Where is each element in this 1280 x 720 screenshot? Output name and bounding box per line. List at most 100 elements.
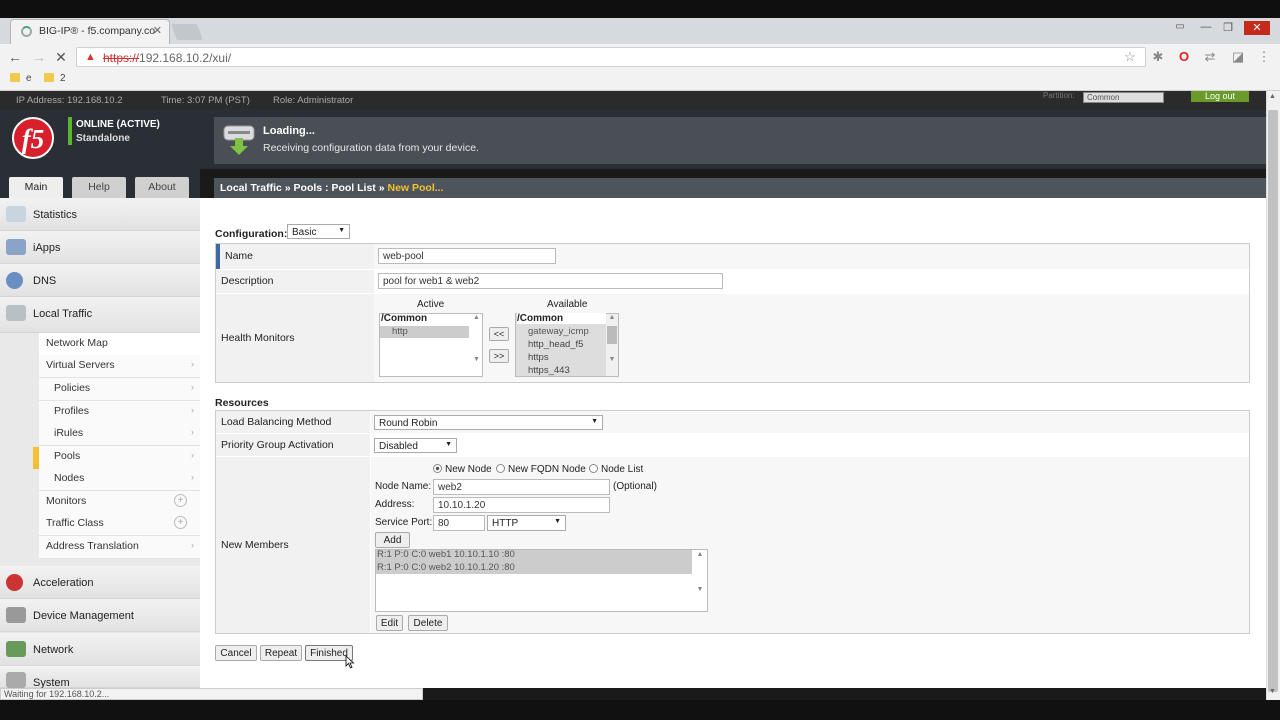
sidebar-group-statistics[interactable]: Statistics [0, 198, 200, 231]
pga-select[interactable]: Disabled [374, 438, 457, 453]
breadcrumb-local-traffic[interactable]: Local Traffic [220, 182, 282, 194]
repeat-button[interactable]: Repeat [260, 645, 302, 661]
address-bar[interactable]: ▲ https://192.168.10.2/xui/ [76, 47, 1146, 67]
tab-main[interactable]: Main [9, 177, 63, 198]
move-to-available-button[interactable]: >> [489, 349, 509, 363]
address-input[interactable]: 10.10.1.20 [433, 497, 610, 513]
pga-value-cell [371, 434, 1249, 456]
loading-message: Receiving configuration data from your d… [263, 142, 479, 154]
breadcrumb-pool-list[interactable]: Pools : Pool List [294, 182, 376, 194]
opera-icon[interactable]: O [1176, 49, 1192, 65]
add-icon[interactable]: + [174, 516, 187, 529]
radio-new-node[interactable]: New Node [433, 464, 492, 475]
browser-tab[interactable]: BIG-IP® - f5.company.co ✕ [10, 19, 170, 44]
sidebar-group-dns[interactable]: DNS [0, 264, 200, 297]
available-scroll-thumb[interactable] [607, 326, 617, 344]
page-scroll-thumb[interactable] [1268, 110, 1278, 692]
sidebar-group-device-management[interactable]: Device Management [0, 599, 200, 632]
sidebar-group-system[interactable]: System [0, 666, 200, 689]
forward-arrow-icon[interactable]: → [30, 49, 48, 65]
service-port-input[interactable]: 80 [433, 515, 485, 531]
logout-button[interactable]: Log out [1191, 91, 1249, 102]
sidebar-item-nodes[interactable]: Nodes › [39, 468, 200, 491]
tab-help[interactable]: Help [72, 177, 126, 198]
sidebar-group-network[interactable]: Network [0, 633, 200, 666]
service-port-select[interactable]: HTTP [487, 515, 566, 531]
node-name-input[interactable]: web2 [433, 479, 610, 495]
sidebar-group-local-traffic[interactable]: Local Traffic [0, 297, 200, 333]
chevron-right-icon: › [191, 427, 194, 437]
partition-label: Partition: [1043, 91, 1075, 100]
members-scrollbar[interactable]: ▲ ▼ [694, 551, 706, 611]
user-icon[interactable]: ▭ [1170, 21, 1190, 35]
radio-icon [496, 464, 505, 473]
active-list-scrollbar[interactable]: ▲ ▼ [471, 314, 482, 376]
sidebar-item-policies[interactable]: Policies › [39, 378, 200, 401]
globe-icon [6, 272, 23, 289]
menu-icon[interactable]: ⋮ [1256, 49, 1272, 65]
member-item[interactable]: R:1 P:0 C:0 web2 10.10.1.20 :80 [377, 562, 515, 573]
maximize-icon[interactable]: ❐ [1218, 21, 1238, 35]
radio-selected-icon [433, 464, 442, 473]
sidebar-group-iapps[interactable]: iApps [0, 231, 200, 264]
download-icon [223, 125, 255, 155]
name-input[interactable]: web-pool [378, 248, 556, 264]
bookmark-item[interactable]: 2 [44, 73, 66, 84]
close-tab-icon[interactable]: ✕ [153, 24, 162, 37]
service-port-label: Service Port: [375, 517, 433, 528]
loading-title: Loading... [263, 125, 315, 137]
sidebar-item-virtual-servers[interactable]: Virtual Servers › [39, 355, 200, 378]
available-monitor-item[interactable]: https_443 [528, 365, 570, 376]
device-icon [6, 607, 26, 623]
description-label: Description [221, 275, 274, 287]
sidebar-item-pools[interactable]: Pools › [39, 446, 200, 469]
stop-icon[interactable]: ✕ [52, 49, 70, 65]
available-monitor-item[interactable]: https [528, 352, 549, 363]
minimize-icon[interactable]: — [1196, 21, 1216, 35]
sidebar-group-acceleration[interactable]: Acceleration [0, 566, 200, 599]
scroll-up-icon[interactable]: ▲ [1269, 93, 1276, 100]
sidebar-item-network-map[interactable]: Network Map [39, 333, 200, 356]
sidebar-item-irules[interactable]: iRules › [39, 423, 200, 446]
available-list-scrollbar[interactable]: ▲ ▼ [606, 314, 618, 376]
extension-icon[interactable]: ✱ [1150, 49, 1166, 65]
iapps-icon [6, 239, 26, 255]
partition-select[interactable]: Common [1083, 92, 1164, 103]
scroll-down-icon[interactable]: ▼ [1269, 688, 1276, 695]
delete-member-button[interactable]: Delete [408, 615, 448, 631]
add-member-button[interactable]: Add [375, 532, 410, 548]
add-icon[interactable]: + [174, 494, 187, 507]
sidebar-item-monitors[interactable]: Monitors + [39, 491, 200, 514]
description-input[interactable]: pool for web1 & web2 [378, 273, 723, 289]
active-monitor-item[interactable]: http [380, 326, 469, 338]
chevron-right-icon: › [191, 540, 194, 550]
radio-node-list[interactable]: Node List [589, 464, 643, 475]
bookmark-item[interactable]: e [10, 73, 32, 84]
radio-new-fqdn-node[interactable]: New FQDN Node [496, 464, 586, 475]
sidebar-item-traffic-class[interactable]: Traffic Class + [39, 513, 200, 536]
sync-icon[interactable]: ⇄ [1202, 49, 1218, 65]
lb-method-select[interactable]: Round Robin [374, 415, 603, 430]
edit-member-button[interactable]: Edit [376, 615, 403, 631]
share-icon[interactable]: ◪ [1230, 49, 1246, 65]
sidebar-item-address-translation[interactable]: Address Translation › [39, 536, 200, 559]
active-label: Active [417, 299, 445, 310]
name-label: Name [225, 250, 254, 262]
member-item[interactable]: R:1 P:0 C:0 web1 10.10.1.10 :80 [377, 549, 515, 560]
new-tab-button[interactable] [171, 24, 203, 40]
close-window-icon[interactable]: ✕ [1244, 21, 1270, 35]
lb-method-label: Load Balancing Method [221, 416, 332, 428]
cancel-button[interactable]: Cancel [215, 645, 257, 661]
configuration-select[interactable]: Basic [287, 224, 350, 239]
bookmark-star-icon[interactable]: ☆ [1122, 49, 1138, 65]
back-arrow-icon[interactable]: ← [6, 49, 24, 65]
bookmarks-bar [0, 71, 1280, 91]
available-monitor-item[interactable]: http_head_f5 [528, 339, 583, 350]
optional-label: (Optional) [613, 481, 657, 492]
available-monitor-item[interactable]: gateway_icmp [528, 326, 589, 337]
move-to-active-button[interactable]: << [489, 327, 509, 341]
tab-about[interactable]: About [135, 177, 189, 198]
chevron-right-icon: › [191, 382, 194, 392]
chevron-right-icon: › [191, 472, 194, 482]
sidebar-item-profiles[interactable]: Profiles › [39, 401, 200, 424]
